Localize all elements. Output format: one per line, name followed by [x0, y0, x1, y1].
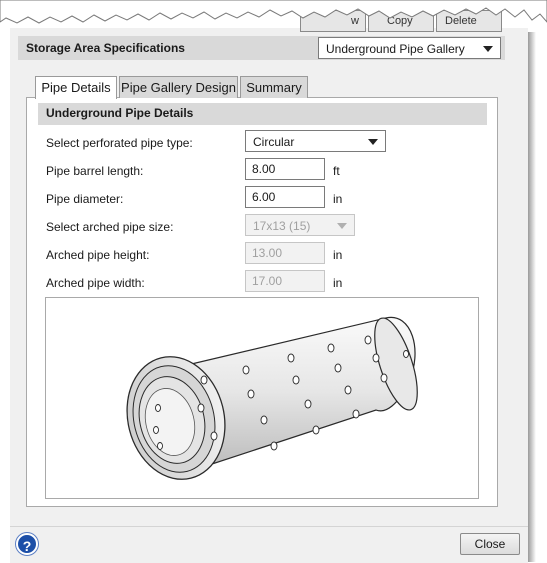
arched-height-input[interactable]: 13.00	[245, 242, 325, 264]
tab-pipe-details[interactable]: Pipe Details	[35, 76, 117, 99]
barrel-length-label: Pipe barrel length:	[46, 164, 144, 178]
help-icon[interactable]: ?	[16, 533, 38, 555]
arched-width-label: Arched pipe width:	[46, 276, 145, 290]
diameter-label: Pipe diameter:	[46, 192, 124, 206]
torn-edge-overlay	[0, 0, 547, 24]
dialog-footer	[10, 526, 528, 563]
arched-size-label: Select arched pipe size:	[46, 220, 174, 234]
dialog-shadow	[528, 32, 536, 562]
tab-summary[interactable]: Summary	[240, 76, 308, 98]
tab-pipe-gallery-design[interactable]: Pipe Gallery Design	[119, 76, 238, 98]
perforated-pipe-illustration	[126, 316, 418, 480]
arched-height-label: Arched pipe height:	[46, 248, 150, 262]
close-button[interactable]: Close	[460, 533, 520, 555]
arched-size-dropdown[interactable]: 17x13 (15)	[245, 214, 355, 236]
storage-title: Storage Area Specifications	[26, 41, 185, 55]
diameter-unit: in	[333, 192, 343, 206]
arched-size-value: 17x13 (15)	[253, 219, 311, 233]
pipe-preview	[45, 297, 479, 499]
arched-height-unit: in	[333, 248, 343, 262]
storage-type-dropdown[interactable]: Underground Pipe Gallery	[318, 37, 501, 59]
pipe-type-dropdown[interactable]: Circular	[245, 130, 386, 152]
pipe-details-header: Underground Pipe Details	[38, 103, 487, 125]
diameter-input[interactable]: 6.00	[245, 186, 325, 208]
arched-width-unit: in	[333, 276, 343, 290]
chevron-down-icon	[368, 139, 378, 145]
barrel-length-input[interactable]: 8.00	[245, 158, 325, 180]
pipe-type-label: Select perforated pipe type:	[46, 136, 193, 150]
chevron-down-icon	[337, 223, 347, 229]
barrel-length-unit: ft	[333, 164, 340, 178]
pipe-type-value: Circular	[253, 135, 295, 149]
arched-width-input[interactable]: 17.00	[245, 270, 325, 292]
storage-type-value: Underground Pipe Gallery	[326, 42, 465, 56]
chevron-down-icon	[483, 46, 493, 52]
